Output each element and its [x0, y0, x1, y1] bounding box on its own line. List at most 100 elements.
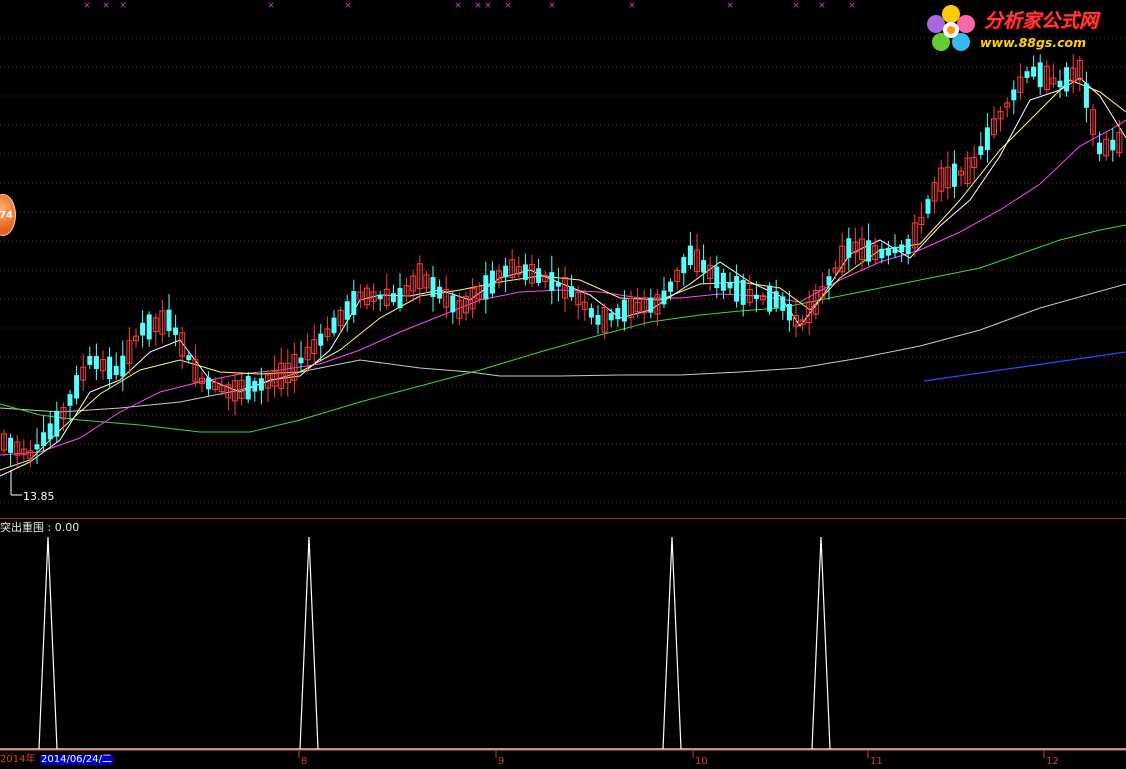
candle-body-down: [258, 378, 264, 391]
signal-mark: ×: [504, 1, 512, 11]
candle-body-down: [173, 327, 179, 335]
selected-date: 2014/06/24/二: [40, 754, 114, 765]
candle-body-down: [701, 260, 707, 273]
indicator-spike: [299, 536, 319, 750]
candle-body-down: [569, 286, 575, 298]
ma10-line: [0, 79, 1126, 471]
candle-body-down: [753, 294, 759, 299]
candle-body-down: [549, 272, 555, 291]
signal-mark: ×: [454, 1, 462, 11]
signal-mark: ×: [628, 1, 636, 11]
candle-body-down: [588, 308, 594, 318]
candle-body-down: [245, 376, 251, 400]
stock-chart-window[interactable]: × × × × × × × × × × × × × × × 13.85 8 9 10 11 12 分析家公式网 www.…: [0, 0, 1126, 767]
month-label: 10: [695, 756, 708, 765]
candle-body-down: [140, 322, 146, 336]
signal-mark: ×: [344, 1, 352, 11]
candle-body-down: [1057, 80, 1063, 88]
candle-body-down: [978, 146, 984, 155]
candle-body-down: [8, 437, 14, 453]
month-label: 11: [870, 756, 883, 765]
candle-body-down: [252, 380, 258, 392]
candle-body-down: [489, 270, 495, 294]
candle-body-down: [615, 308, 621, 320]
candle-body-down: [714, 266, 720, 289]
month-label: 9: [498, 756, 504, 765]
candle-body-down: [67, 394, 73, 406]
candle-body-down: [107, 356, 113, 380]
candlestick-chart[interactable]: × × × × × × × × × × × × × × ×13.858 9 10 11 12: [0, 0, 1126, 767]
candle-body-down: [34, 444, 40, 450]
signal-mark: ×: [119, 1, 127, 11]
candle-body-down: [344, 301, 350, 320]
candle-body-down: [925, 199, 931, 214]
candle-body-down: [885, 247, 891, 256]
year-label: 2014年: [0, 754, 36, 765]
candle-body-down: [1024, 71, 1030, 78]
candle-body-down: [984, 127, 990, 150]
candle-body-down: [47, 423, 53, 440]
candle-body-down: [648, 297, 654, 313]
candle-body-down: [720, 272, 726, 291]
indicator-label: 突出重围 : 0.00: [0, 521, 80, 534]
month-label: 12: [1046, 756, 1059, 765]
candle-body-down: [120, 355, 126, 377]
watermark-url: www.88gs.com: [980, 35, 1087, 50]
flower-logo-icon: [927, 5, 975, 51]
candle-body-down: [113, 365, 119, 376]
signal-mark: ×: [474, 1, 482, 11]
candle-body-down: [318, 333, 324, 346]
signal-mark: ×: [792, 1, 800, 11]
candle-body-down: [450, 295, 456, 313]
candle-body-down: [331, 317, 337, 334]
candle-body-down: [595, 315, 601, 325]
month-label: 8: [301, 756, 307, 765]
candle-body-down: [786, 304, 792, 321]
candle-body-down: [681, 257, 687, 274]
candle-body-down: [166, 309, 172, 332]
candle-body-down: [555, 282, 561, 287]
candle-body-down: [687, 245, 693, 266]
candle-body-down: [483, 275, 489, 300]
candle-body-down: [377, 294, 383, 300]
indicator-spike: [38, 536, 58, 750]
candle-body-down: [846, 238, 852, 258]
candle-body-down: [437, 286, 443, 299]
candle-body-down: [773, 291, 779, 308]
candle-body-down: [87, 355, 93, 365]
candle-body-down: [661, 290, 667, 305]
signal-mark: ×: [548, 1, 556, 11]
candle-body-down: [899, 244, 905, 253]
signal-mark: ×: [818, 1, 826, 11]
candle-body-down: [780, 296, 786, 311]
candle-body-down: [1011, 89, 1017, 101]
candle-body-down: [351, 291, 357, 316]
candle-body-down: [430, 277, 436, 298]
signal-mark: ×: [102, 1, 110, 11]
candle-body-down: [41, 432, 47, 447]
signal-mark: ×: [83, 1, 91, 11]
candle-body-down: [522, 264, 528, 280]
candle-body-down: [186, 355, 192, 361]
ma120-line: [923, 351, 1126, 382]
signal-mark: ×: [726, 1, 734, 11]
candle-body-down: [390, 293, 396, 303]
candle-body-down: [727, 282, 733, 289]
signal-mark: ×: [848, 1, 856, 11]
indicator-spike: [811, 536, 831, 750]
candle-body-down: [905, 238, 911, 255]
watermark-title: 分析家公式网: [984, 10, 1099, 32]
candle-body-down: [826, 276, 832, 286]
candle-body-down: [93, 356, 99, 370]
candle-body-down: [536, 268, 542, 283]
candle-body-down: [734, 276, 740, 302]
candle-body-down: [740, 279, 746, 305]
candle-body-down: [1110, 139, 1116, 151]
watermark-logo: 分析家公式网 www.88gs.com: [924, 2, 1122, 58]
candle-body-down: [866, 240, 872, 262]
indicator-spike: [662, 536, 682, 750]
candle-body-down: [608, 313, 614, 321]
candle-body-down: [879, 248, 885, 259]
candle-body-down: [668, 281, 674, 292]
candle-body-down: [397, 287, 403, 309]
